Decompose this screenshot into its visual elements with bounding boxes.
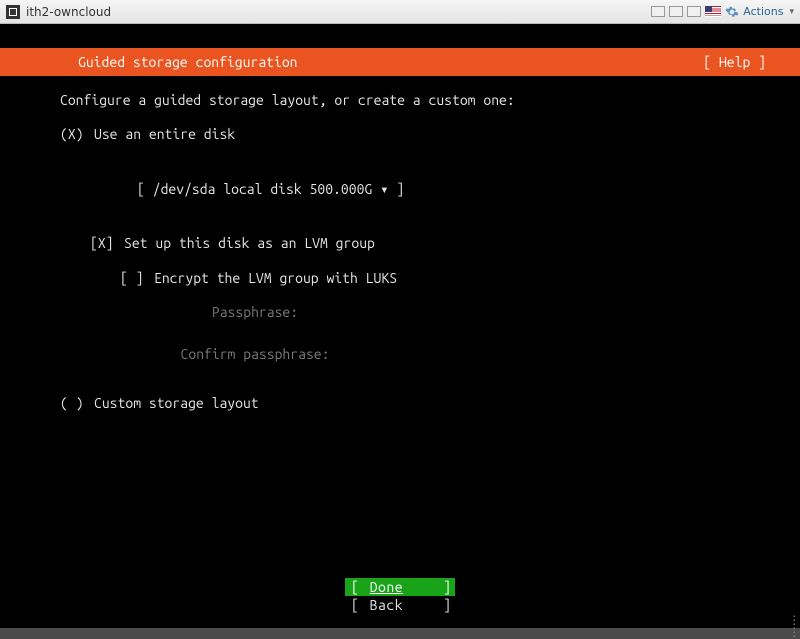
- option-label: Custom storage layout: [94, 393, 259, 413]
- option-label: Set up this disk as an LVM group: [124, 233, 375, 253]
- tray-icon-3: [687, 6, 701, 17]
- option-encrypt-luks[interactable]: [ ] Encrypt the LVM group with LUKS: [120, 268, 740, 288]
- footer-buttons: [ Done] [ Back]: [0, 578, 800, 614]
- option-lvm-group[interactable]: [X] Set up this disk as an LVM group: [90, 233, 740, 253]
- chevron-down-icon: ▾: [789, 7, 794, 17]
- actions-menu[interactable]: Actions: [743, 5, 783, 18]
- intro-text: Configure a guided storage layout, or cr…: [60, 90, 740, 110]
- checkbox-mark: [ ]: [120, 268, 154, 288]
- installer-body: Configure a guided storage layout, or cr…: [0, 76, 800, 628]
- tray-icon-2: [669, 6, 683, 17]
- window-tray: Actions ▾: [651, 5, 794, 19]
- console-viewport: Guided storage configuration [ Help ] Co…: [0, 24, 800, 628]
- gear-icon[interactable]: [725, 5, 739, 19]
- option-use-entire-disk[interactable]: (X) Use an entire disk: [60, 124, 740, 144]
- disk-select-dropdown[interactable]: [ /dev/sda local disk 500.000G ▾ ]: [137, 181, 404, 197]
- radio-mark: (X): [60, 124, 94, 144]
- option-label: Encrypt the LVM group with LUKS: [154, 268, 397, 288]
- tray-icon-1: [651, 6, 665, 17]
- help-button[interactable]: [ Help ]: [703, 54, 770, 70]
- checkbox-mark: [X]: [90, 233, 124, 253]
- option-custom-layout[interactable]: ( ) Custom storage layout: [60, 393, 740, 413]
- passphrase-label: Passphrase:: [90, 302, 420, 322]
- resize-grip-icon[interactable]: .. .. . .: [784, 612, 798, 626]
- option-label: Use an entire disk: [94, 124, 235, 144]
- done-button[interactable]: [ Done]: [345, 578, 455, 596]
- window-title: ith2-owncloud: [26, 5, 111, 19]
- confirm-passphrase-label: Confirm passphrase:: [90, 344, 420, 364]
- installer-header: Guided storage configuration [ Help ]: [0, 48, 800, 76]
- back-button[interactable]: [ Back]: [345, 596, 455, 614]
- radio-mark: ( ): [60, 393, 94, 413]
- window-titlebar: ith2-owncloud Actions ▾: [0, 0, 800, 24]
- flag-us-icon: [705, 6, 721, 17]
- window-app-icon: [6, 5, 20, 19]
- page-title: Guided storage configuration: [30, 54, 298, 70]
